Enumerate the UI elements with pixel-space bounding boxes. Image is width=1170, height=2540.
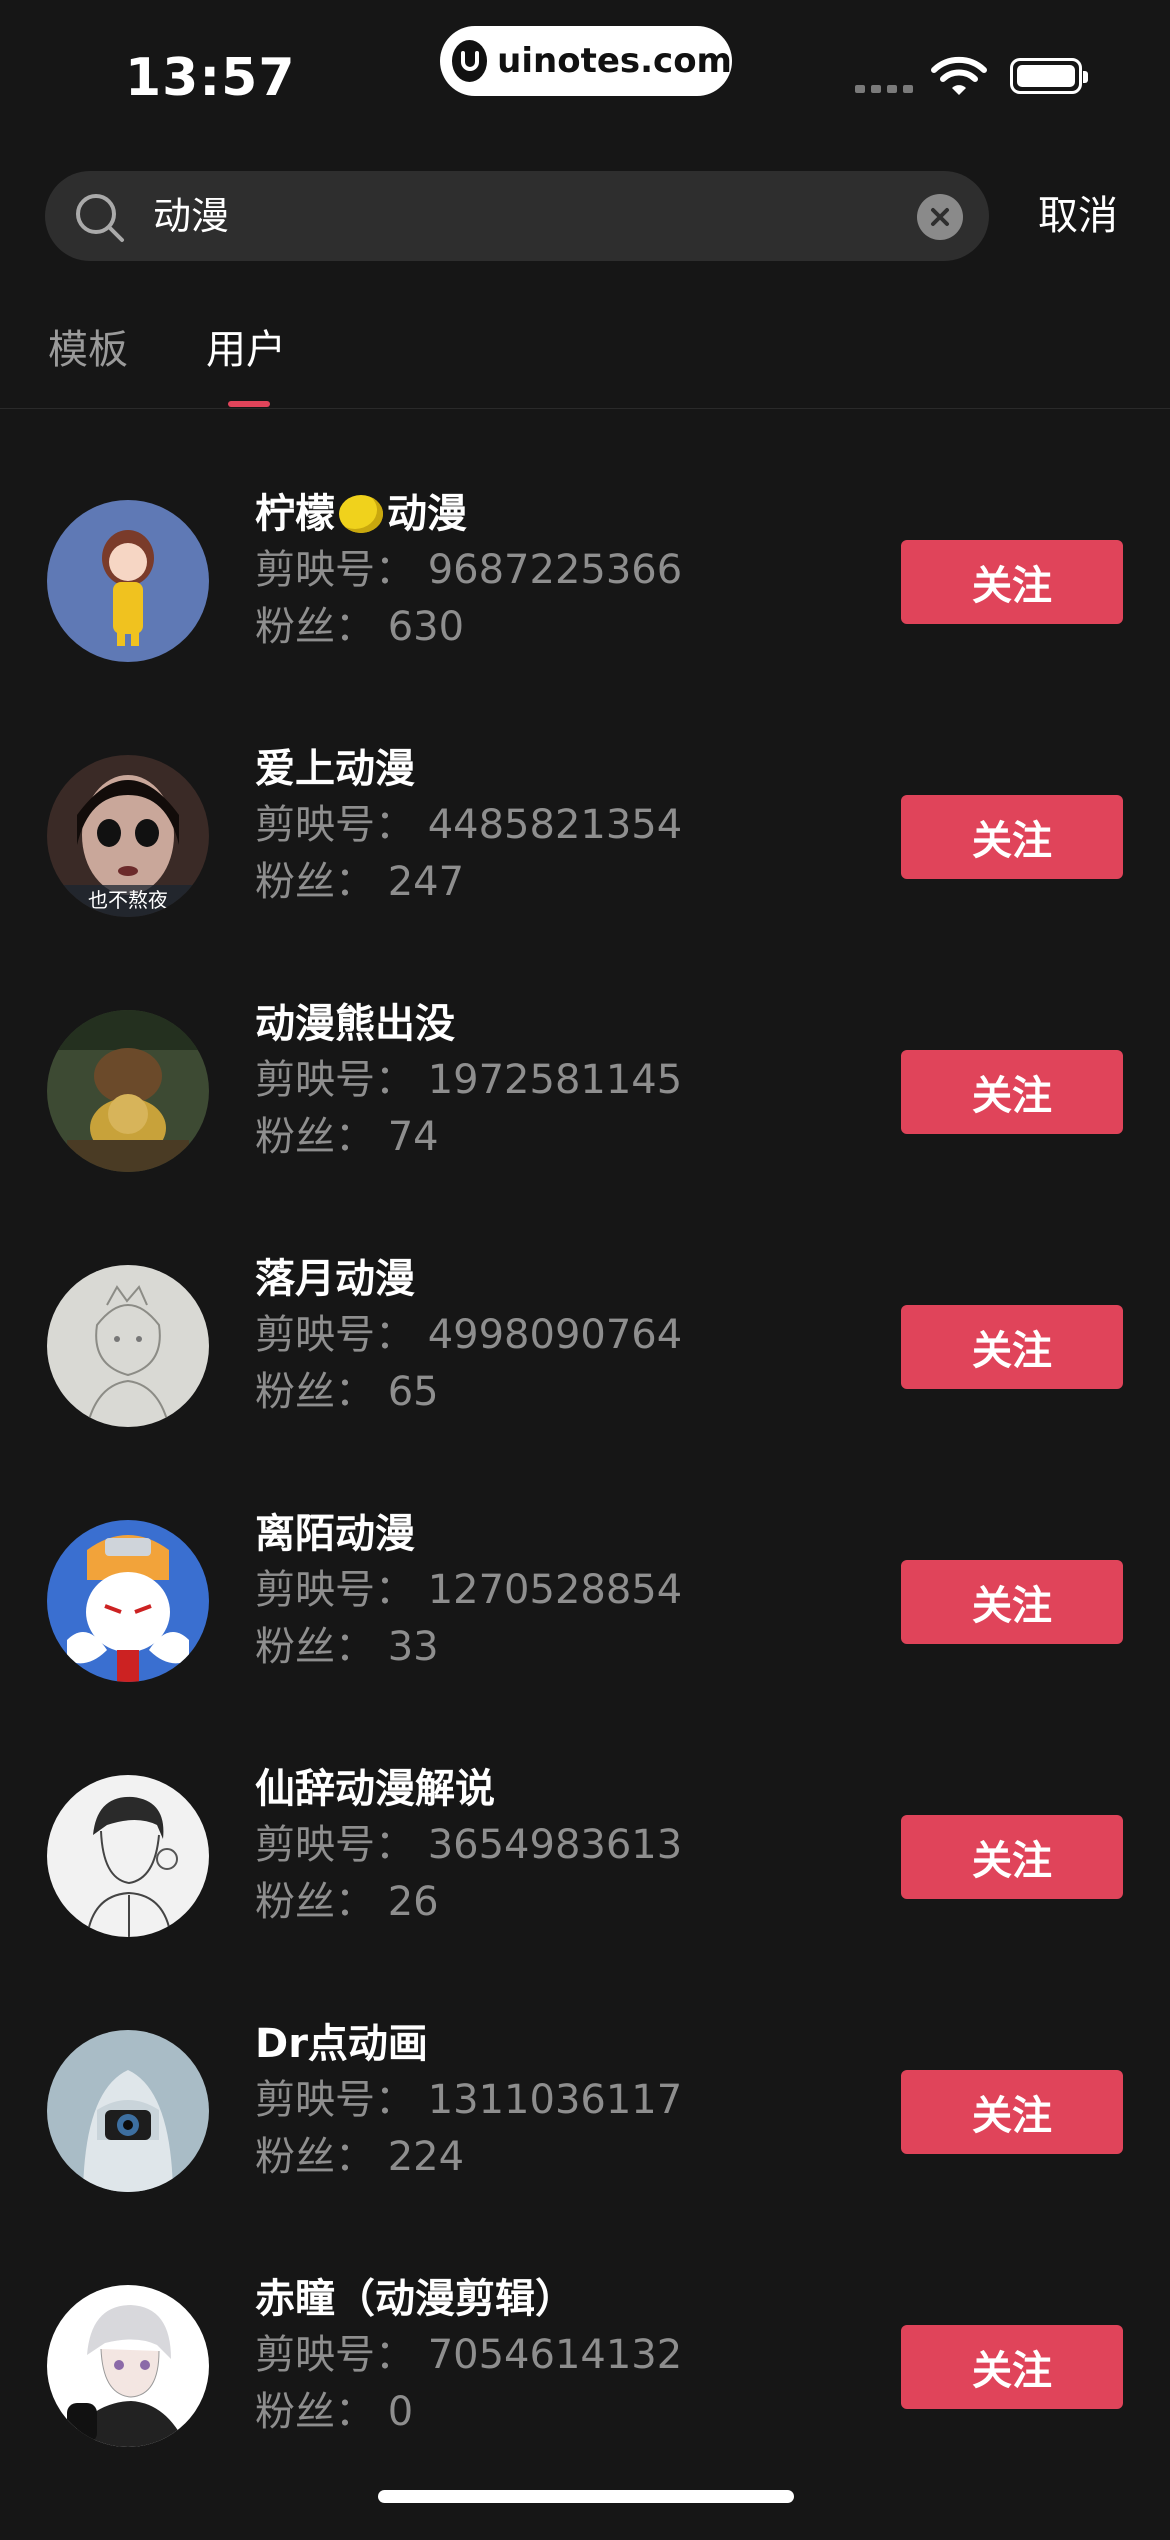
user-row[interactable]: 柠檬 动漫 剪映号： 9687225366 粉丝： 630 关注 [0, 491, 1170, 755]
user-fans: 粉丝： 33 [255, 1624, 439, 1670]
user-name[interactable]: 离陌动漫 [255, 1506, 415, 1562]
status-time: 13:57 [125, 48, 296, 108]
cellular-signal-icon [855, 85, 913, 93]
user-fans: 粉丝： 630 [255, 604, 465, 650]
tab-users[interactable]: 用户 [206, 322, 286, 378]
svg-text:也不熬夜: 也不熬夜 [88, 888, 168, 912]
user-name[interactable]: 仙辞动漫解说 [255, 1761, 495, 1817]
avatar[interactable] [47, 1520, 209, 1682]
avatar[interactable]: 也不熬夜 [47, 755, 209, 917]
wifi-icon [930, 56, 988, 102]
follow-button[interactable]: 关注 [901, 1815, 1123, 1899]
user-id: 剪映号： 3654983613 [255, 1822, 683, 1868]
follow-button[interactable]: 关注 [901, 1560, 1123, 1644]
user-id: 剪映号： 4485821354 [255, 802, 683, 848]
user-row[interactable]: 仙辞动漫解说 剪映号： 3654983613 粉丝： 26 关注 [0, 1766, 1170, 2030]
user-fans: 粉丝： 224 [255, 2134, 465, 2180]
site-badge: uinotes.com [440, 26, 732, 96]
active-tab-indicator [228, 401, 270, 407]
search-bar[interactable]: 动漫 [45, 171, 989, 261]
user-name[interactable]: 柠檬 动漫 [255, 486, 467, 542]
user-row[interactable]: 也不熬夜 爱上动漫 剪映号： 4485821354 粉丝： 247 关注 [0, 746, 1170, 1010]
user-fans: 粉丝： 0 [255, 2389, 414, 2435]
battery-icon [1010, 58, 1088, 94]
user-id: 剪映号： 1311036117 [255, 2077, 683, 2123]
avatar[interactable] [47, 2285, 209, 2447]
site-name: uinotes.com [497, 41, 732, 81]
avatar[interactable] [47, 1265, 209, 1427]
user-row[interactable]: Dr点动画 剪映号： 1311036117 粉丝： 224 关注 [0, 2021, 1170, 2285]
user-fans: 粉丝： 65 [255, 1369, 439, 1415]
user-fans: 粉丝： 247 [255, 859, 465, 905]
user-row[interactable]: 落月动漫 剪映号： 4998090764 粉丝： 65 关注 [0, 1256, 1170, 1520]
user-id: 剪映号： 1972581145 [255, 1057, 683, 1103]
cancel-button[interactable]: 取消 [1038, 188, 1118, 244]
user-id: 剪映号： 4998090764 [255, 1312, 683, 1358]
follow-button[interactable]: 关注 [901, 1305, 1123, 1389]
clear-search-icon[interactable] [917, 194, 963, 240]
user-name[interactable]: Dr点动画 [255, 2016, 428, 2072]
avatar[interactable] [47, 1775, 209, 1937]
follow-button[interactable]: 关注 [901, 1050, 1123, 1134]
user-name[interactable]: 爱上动漫 [255, 741, 415, 797]
status-bar: 13:57 uinotes.com [0, 0, 1170, 150]
user-id: 剪映号： 7054614132 [255, 2332, 683, 2378]
search-icon [73, 191, 127, 249]
avatar[interactable] [47, 500, 209, 662]
user-name[interactable]: 赤瞳（动漫剪辑） [255, 2271, 575, 2327]
follow-button[interactable]: 关注 [901, 2325, 1123, 2409]
user-fans: 粉丝： 74 [255, 1114, 439, 1160]
follow-button[interactable]: 关注 [901, 795, 1123, 879]
search-input[interactable]: 动漫 [153, 191, 229, 241]
follow-button[interactable]: 关注 [901, 540, 1123, 624]
user-id: 剪映号： 1270528854 [255, 1567, 683, 1613]
user-name[interactable]: 动漫熊出没 [255, 996, 455, 1052]
user-name[interactable]: 落月动漫 [255, 1251, 415, 1307]
lemon-emoji-icon [339, 495, 383, 533]
tab-templates[interactable]: 模板 [48, 322, 128, 378]
user-id: 剪映号： 9687225366 [255, 547, 683, 593]
site-logo-icon [452, 40, 488, 82]
avatar[interactable] [47, 2030, 209, 2192]
home-indicator[interactable] [378, 2490, 794, 2503]
follow-button[interactable]: 关注 [901, 2070, 1123, 2154]
user-fans: 粉丝： 26 [255, 1879, 439, 1925]
user-row[interactable]: 动漫熊出没 剪映号： 1972581145 粉丝： 74 关注 [0, 1001, 1170, 1265]
user-row[interactable]: 离陌动漫 剪映号： 1270528854 粉丝： 33 关注 [0, 1511, 1170, 1775]
tab-divider [0, 408, 1170, 409]
avatar[interactable] [47, 1010, 209, 1172]
